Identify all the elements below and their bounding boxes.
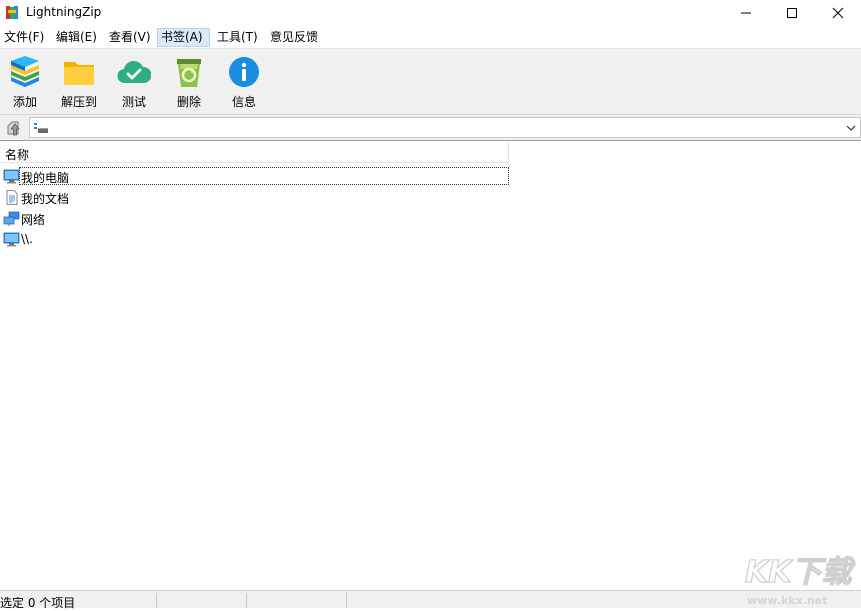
svg-text:KK下载: KK下载 <box>745 555 855 590</box>
info-label: 信息 <box>231 95 256 109</box>
list-item-label: 我的文档 <box>21 192 70 206</box>
extract-to-label: 解压到 <box>60 95 97 109</box>
test-button[interactable]: 测试 <box>109 51 159 113</box>
watermark-logo: KK下载 www.kkx.net <box>741 548 859 607</box>
list-item-label: \\. <box>21 232 33 246</box>
menu-view[interactable]: 查看(V) <box>106 28 154 47</box>
list-item[interactable]: 我的电脑 <box>0 166 509 186</box>
network-icon <box>3 211 20 226</box>
info-icon <box>229 57 259 87</box>
add-books-icon <box>11 56 39 87</box>
column-header-name[interactable]: 名称 <box>0 141 509 163</box>
status-separator <box>346 593 347 608</box>
extract-to-button[interactable]: 解压到 <box>54 51 104 113</box>
close-button[interactable] <box>815 0 861 26</box>
menu-bookmarks[interactable]: 书签(A) <box>157 28 210 47</box>
maximize-button[interactable] <box>769 0 815 26</box>
menu-tools[interactable]: 工具(T) <box>214 28 261 47</box>
up-folder-button[interactable] <box>3 118 25 138</box>
chevron-down-icon[interactable] <box>844 120 858 135</box>
add-button[interactable]: 添加 <box>0 51 50 113</box>
list-item[interactable]: 我的文档 <box>0 187 509 207</box>
close-icon <box>832 7 844 19</box>
list-item-label: 网络 <box>21 213 46 227</box>
computer-icon <box>3 232 20 247</box>
list-item[interactable]: 网络 <box>0 208 509 228</box>
app-icon <box>6 6 18 19</box>
test-label: 测试 <box>121 95 146 109</box>
status-separator <box>246 593 247 608</box>
folder-icon <box>64 62 94 85</box>
computer-icon <box>3 169 20 184</box>
title-bar: LightningZip <box>0 0 861 26</box>
maximize-icon <box>787 8 797 18</box>
list-item[interactable]: \\. <box>0 229 509 249</box>
minimize-icon <box>741 12 751 14</box>
svg-text:www.kkx.net: www.kkx.net <box>747 594 827 607</box>
status-text: 选定 0 个项目 <box>0 596 76 610</box>
status-separator <box>156 593 157 608</box>
address-bar <box>0 114 861 141</box>
status-bar: 选定 0 个项目 <box>0 590 861 610</box>
address-input[interactable] <box>29 117 861 138</box>
recycle-bin-icon <box>177 59 201 87</box>
document-icon <box>6 190 18 205</box>
file-list: 名称 我的电脑 我的文档 网络 \\. <box>0 140 861 591</box>
menu-file[interactable]: 文件(F) <box>1 28 47 47</box>
menu-feedback[interactable]: 意见反馈 <box>267 28 321 47</box>
menu-edit[interactable]: 编辑(E) <box>53 28 100 47</box>
menu-bar: 文件(F) 编辑(E) 查看(V) 书签(A) 工具(T) 意见反馈 <box>0 28 861 48</box>
delete-button[interactable]: 删除 <box>164 51 214 113</box>
delete-label: 删除 <box>176 95 201 109</box>
minimize-button[interactable] <box>723 0 769 26</box>
toolbar: 添加 解压到 测试 删除 信息 <box>0 48 861 115</box>
window-title: LightningZip <box>26 5 102 19</box>
cloud-check-icon <box>117 60 151 84</box>
info-button[interactable]: 信息 <box>219 51 269 113</box>
drive-icon <box>34 123 48 133</box>
column-header-label: 名称 <box>5 148 30 162</box>
focus-rectangle <box>19 167 509 185</box>
add-label: 添加 <box>12 95 37 109</box>
list-item-label: 我的电脑 <box>21 171 70 185</box>
